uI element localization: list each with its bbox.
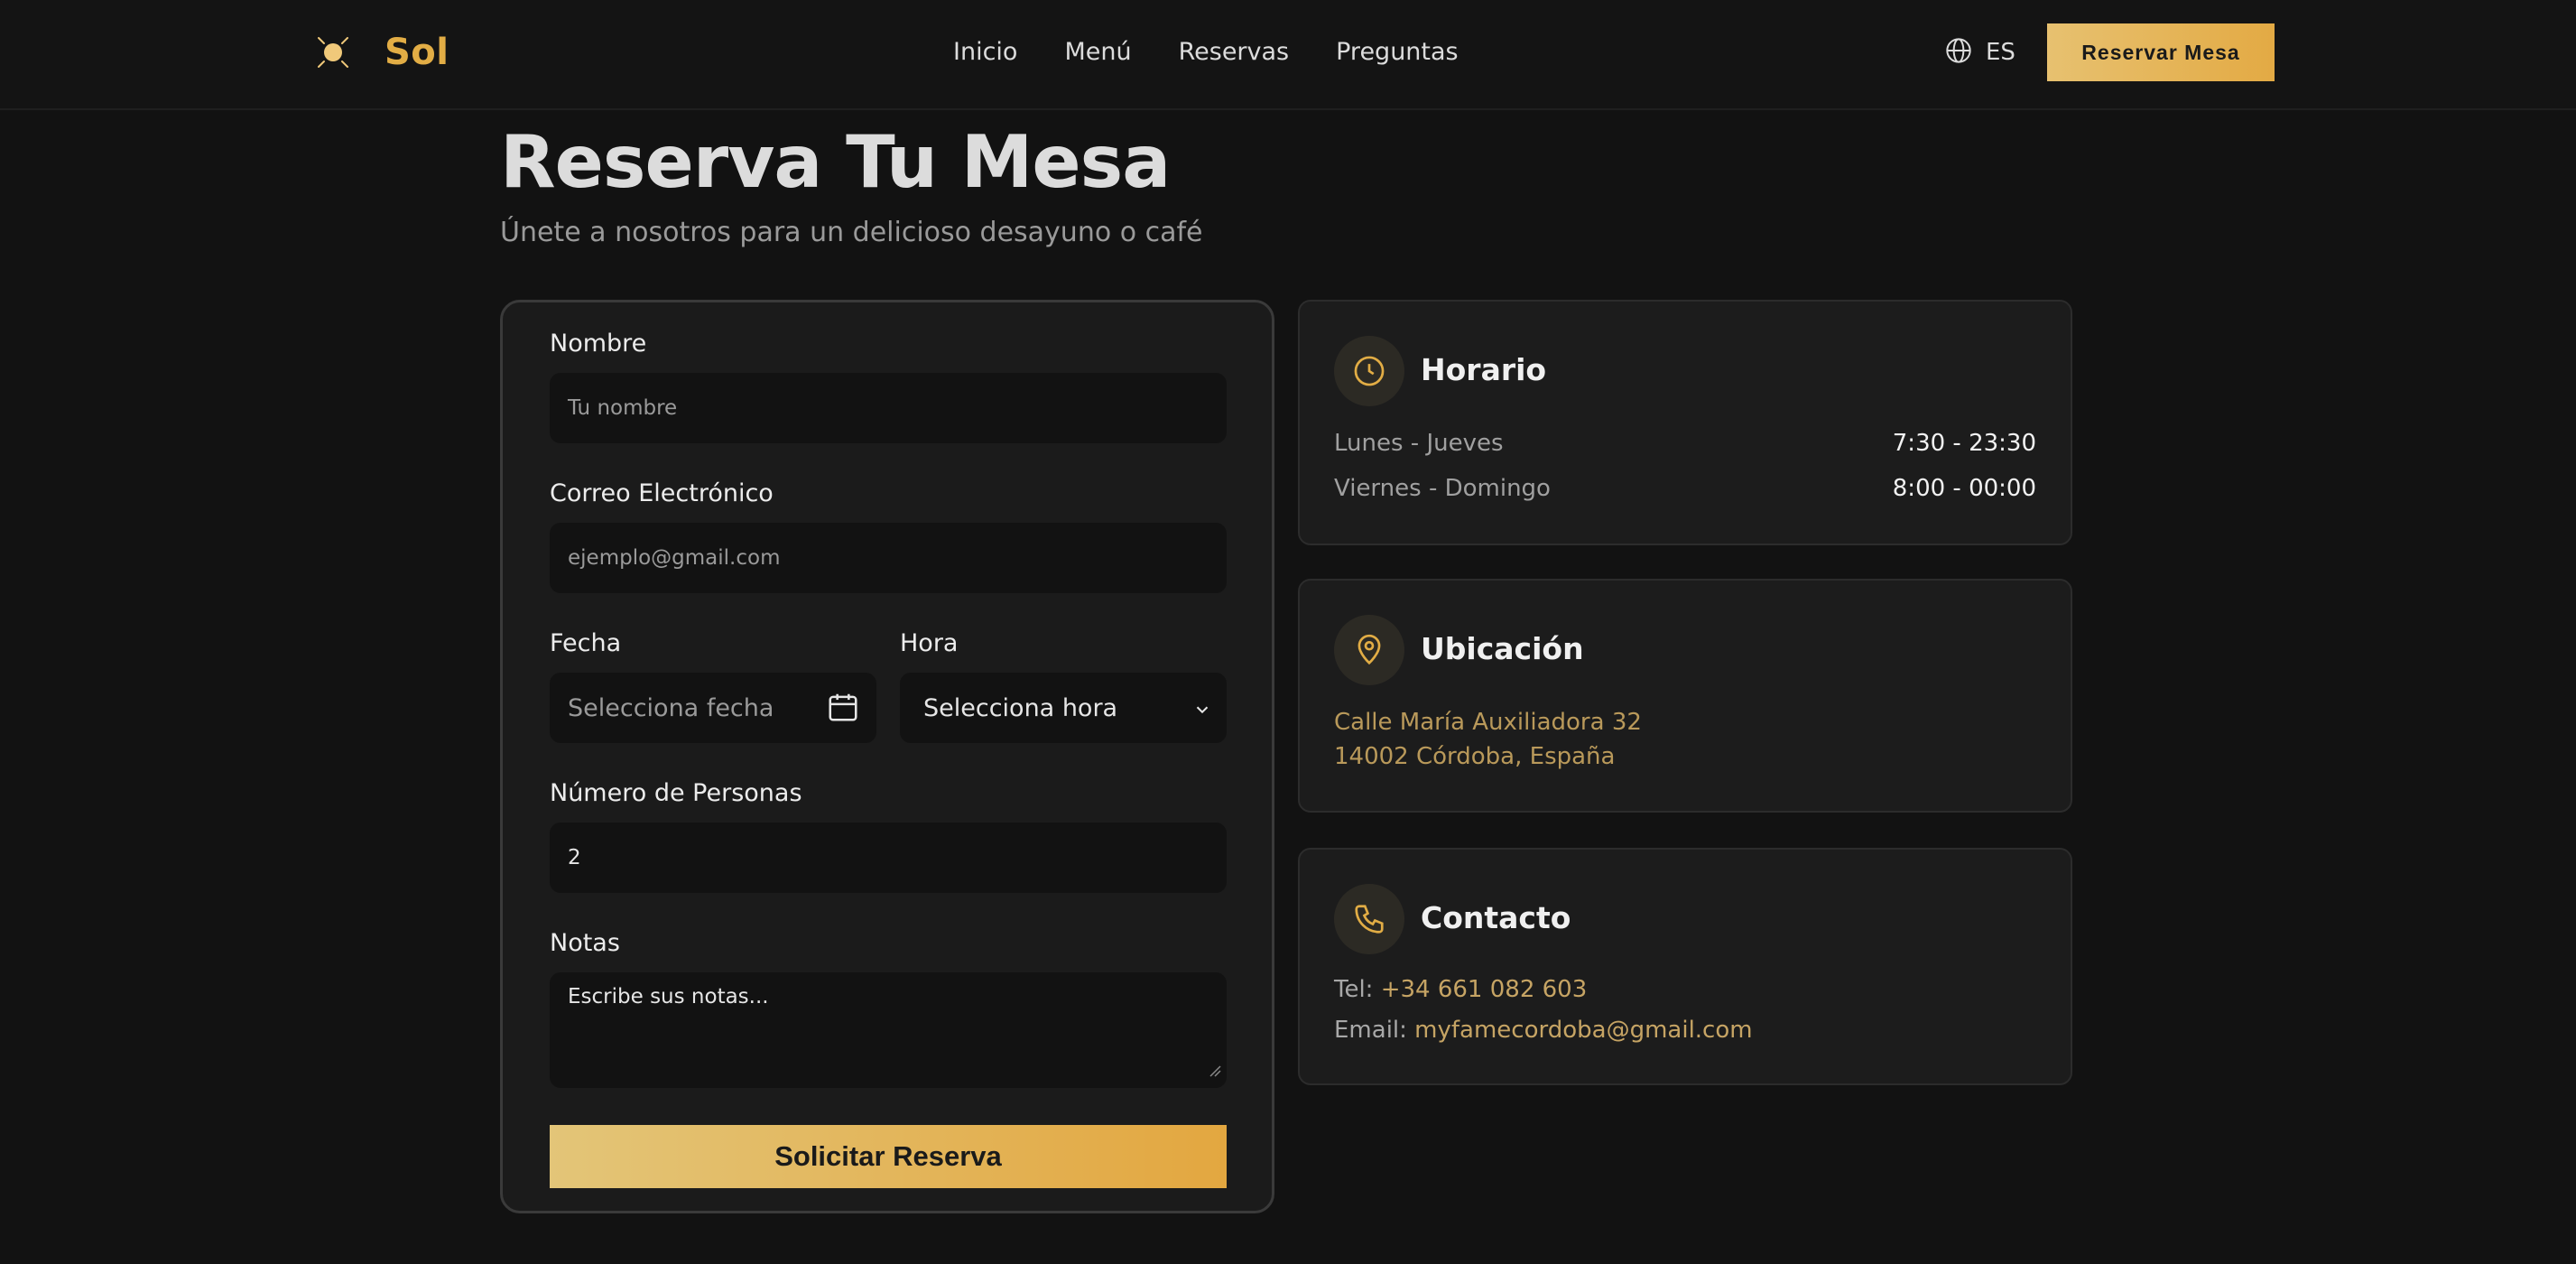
date-input[interactable]: Selecciona fecha bbox=[550, 673, 876, 743]
date-placeholder: Selecciona fecha bbox=[568, 693, 774, 722]
page-subtitle: Únete a nosotros para un delicioso desay… bbox=[500, 217, 1203, 248]
resize-handle-icon[interactable] bbox=[1209, 1059, 1221, 1083]
notes-textarea[interactable]: Escribe sus notas... bbox=[550, 972, 1227, 1088]
nav-link-menu[interactable]: Menú bbox=[1064, 33, 1131, 72]
calendar-icon[interactable] bbox=[826, 689, 860, 731]
contact-phone: Tel: +34 661 082 603 bbox=[1334, 976, 1587, 1003]
people-input[interactable]: 2 bbox=[550, 823, 1227, 893]
time-label: Hora bbox=[900, 629, 959, 657]
hours-title: Horario bbox=[1421, 352, 1547, 387]
chevron-down-icon bbox=[1192, 698, 1212, 726]
contact-title: Contacto bbox=[1421, 900, 1571, 935]
time-select[interactable]: Selecciona hora bbox=[900, 673, 1227, 743]
phone-icon bbox=[1334, 884, 1404, 954]
address-line-2: 14002 Córdoba, España bbox=[1334, 743, 1616, 770]
nav-link-preguntas[interactable]: Preguntas bbox=[1336, 33, 1459, 72]
language-switcher[interactable]: ES bbox=[1944, 33, 2015, 72]
date-label: Fecha bbox=[550, 629, 622, 657]
address-line-1: Calle María Auxiliadora 32 bbox=[1334, 709, 1642, 736]
hours-day: Lunes - Jueves bbox=[1334, 430, 1504, 457]
hours-row: Lunes - Jueves 7:30 - 23:30 bbox=[1334, 430, 2036, 457]
contact-email: Email: myfamecordoba@gmail.com bbox=[1334, 1017, 1753, 1044]
map-pin-icon bbox=[1334, 615, 1404, 685]
email-input[interactable]: ejemplo@gmail.com bbox=[550, 523, 1227, 593]
language-label: ES bbox=[1986, 39, 2015, 66]
nav-link-reservas[interactable]: Reservas bbox=[1179, 33, 1290, 72]
phone-link[interactable]: +34 661 082 603 bbox=[1381, 976, 1588, 1003]
nav-link-inicio[interactable]: Inicio bbox=[953, 33, 1017, 72]
location-title: Ubicación bbox=[1421, 631, 1584, 666]
sun-icon bbox=[312, 32, 354, 73]
hours-time: 8:00 - 00:00 bbox=[1892, 475, 2036, 502]
reservation-form: Nombre Tu nombre Correo Electrónico ejem… bbox=[500, 300, 1274, 1213]
time-select-value: Selecciona hora bbox=[923, 693, 1118, 722]
globe-icon bbox=[1944, 36, 1973, 69]
email-label: Correo Electrónico bbox=[550, 479, 774, 507]
email-label-text: Email: bbox=[1334, 1017, 1407, 1044]
hours-row: Viernes - Domingo 8:00 - 00:00 bbox=[1334, 475, 2036, 502]
contact-card: Contacto Tel: +34 661 082 603 Email: myf… bbox=[1298, 848, 2072, 1085]
page-title: Reserva Tu Mesa bbox=[500, 120, 1171, 204]
site-header: Sol Inicio Menú Reservas Preguntas ES Re… bbox=[0, 0, 2576, 110]
hours-time: 7:30 - 23:30 bbox=[1892, 430, 2036, 457]
hours-card: Horario Lunes - Jueves 7:30 - 23:30 Vier… bbox=[1298, 300, 2072, 545]
name-label: Nombre bbox=[550, 330, 647, 358]
email-link[interactable]: myfamecordoba@gmail.com bbox=[1414, 1017, 1752, 1044]
name-input[interactable]: Tu nombre bbox=[550, 373, 1227, 443]
notes-label: Notas bbox=[550, 929, 620, 957]
reserve-table-button[interactable]: Reservar Mesa bbox=[2047, 23, 2275, 81]
phone-label: Tel: bbox=[1334, 976, 1374, 1003]
location-card: Ubicación Calle María Auxiliadora 32 140… bbox=[1298, 579, 2072, 813]
clock-icon bbox=[1334, 336, 1404, 406]
submit-reservation-button[interactable]: Solicitar Reserva bbox=[550, 1125, 1227, 1188]
hours-day: Viernes - Domingo bbox=[1334, 475, 1551, 502]
main-nav: Inicio Menú Reservas Preguntas bbox=[953, 33, 1506, 72]
people-label: Número de Personas bbox=[550, 779, 802, 807]
notes-placeholder: Escribe sus notas... bbox=[568, 985, 769, 1008]
brand-name: Sol bbox=[385, 32, 449, 73]
brand-logo[interactable]: Sol bbox=[312, 27, 449, 78]
